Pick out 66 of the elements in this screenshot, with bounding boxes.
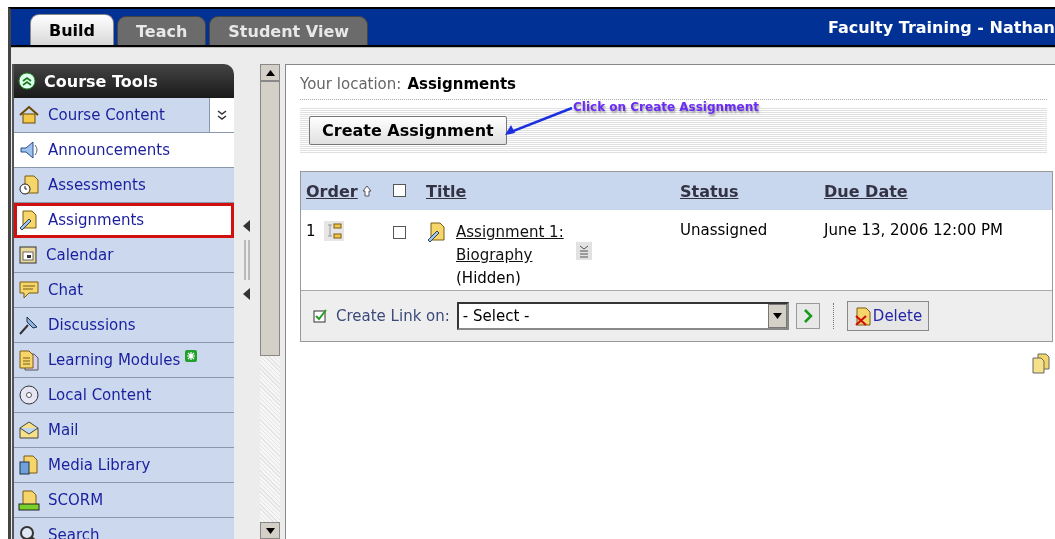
sidebar-item[interactable]: Chat <box>14 273 234 308</box>
create-link-label: Create Link on: <box>336 307 450 325</box>
film-document-icon <box>18 454 40 476</box>
calendar-icon <box>18 245 38 265</box>
sidebar-item[interactable]: Discussions <box>14 308 234 343</box>
sort-arrow-icon <box>361 185 372 197</box>
hidden-label: (Hidden) <box>456 269 521 287</box>
column-header[interactable]: Status <box>675 181 819 201</box>
callout-text: Click on Create Assignment <box>573 100 760 114</box>
menu-button[interactable] <box>209 98 234 132</box>
pushpin-icon <box>18 314 40 336</box>
checked-box-icon <box>313 308 329 324</box>
dropdown-arrow-icon <box>772 313 782 319</box>
sidebar-item[interactable]: SCORM <box>14 483 234 518</box>
ruler-document-icon <box>426 221 448 243</box>
sidebar-item[interactable]: Local Content <box>14 378 234 413</box>
select-all-checkbox[interactable] <box>393 183 406 197</box>
tab[interactable]: Build <box>30 14 114 45</box>
row-checkbox[interactable] <box>393 226 406 239</box>
documents-icon <box>18 349 40 371</box>
envelope-icon <box>18 420 40 440</box>
collapse-arrow-icon <box>243 288 251 300</box>
scorm-package-icon <box>18 489 40 511</box>
scrollbar[interactable] <box>260 64 280 539</box>
delete-document-icon <box>853 306 872 326</box>
sidebar-item[interactable]: Mail <box>14 413 234 448</box>
column-header[interactable]: Due Date <box>819 181 1052 201</box>
clock-document-icon <box>18 174 40 196</box>
sidebar-item[interactable]: Course Content <box>14 98 234 133</box>
options-icon <box>575 242 592 260</box>
link-select[interactable]: - Select - <box>456 302 789 330</box>
assignment-link[interactable]: Assignment 1: Biography <box>456 221 571 267</box>
splitter-grip-icon <box>243 240 251 280</box>
speaker-icon <box>18 139 40 161</box>
sidebar-item[interactable]: Assignments <box>14 203 234 238</box>
chevron-right-icon <box>802 309 813 323</box>
speech-bubble-icon <box>18 279 40 301</box>
delete-button[interactable]: Delete <box>846 301 930 331</box>
sidebar-item[interactable]: Calendar <box>14 238 234 273</box>
copy-icon <box>1031 352 1051 374</box>
sidebar-item[interactable]: Announcements <box>14 133 234 168</box>
scroll-up-icon <box>265 69 275 76</box>
order-cell-text: 1 <box>305 222 316 240</box>
status-cell-text: Unassigned <box>679 221 769 239</box>
sidebar-title: Course Tools <box>44 71 158 91</box>
reorder-icon <box>323 221 344 241</box>
chevron-down-icon <box>216 109 228 121</box>
column-header[interactable]: Title <box>421 181 675 201</box>
sidebar-item[interactable]: Assessments <box>14 168 234 203</box>
sidebar-item[interactable]: Learning Modules <box>14 343 234 378</box>
go-button[interactable] <box>795 303 820 329</box>
ruler-document-icon <box>18 209 40 231</box>
course-title: Faculty Training - Nathan <box>827 17 1055 37</box>
collapse-arrow-icon <box>243 220 251 232</box>
breadcrumb: Your location: Assignments <box>300 75 1047 100</box>
create-assignment-button[interactable]: Create Assignment <box>309 116 507 145</box>
tab[interactable]: Teach <box>117 16 207 45</box>
sidebar-item[interactable]: Media Library <box>14 448 234 483</box>
arrow-annotation <box>504 106 574 138</box>
scroll-down-icon <box>265 527 275 534</box>
due-date-cell-text: June 13, 2006 12:00 PM <box>822 221 1004 239</box>
disc-icon <box>18 384 40 406</box>
collapse-icon <box>18 72 36 90</box>
column-header[interactable]: Order <box>301 181 393 201</box>
home-icon <box>18 105 40 125</box>
tab[interactable]: Student View <box>209 16 369 45</box>
